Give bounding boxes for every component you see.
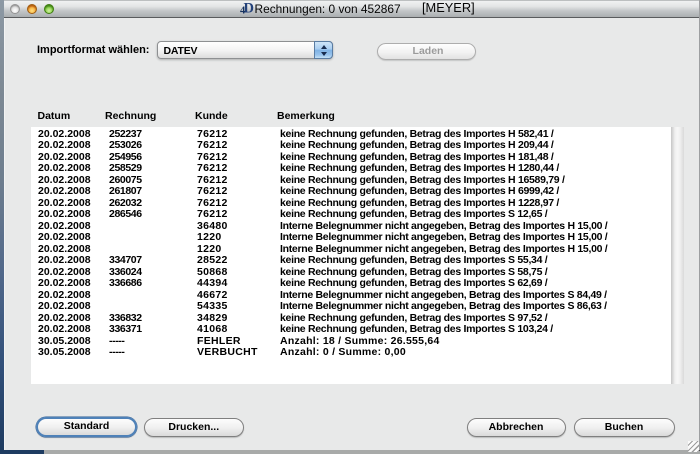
svg-text:4: 4 xyxy=(240,6,246,17)
